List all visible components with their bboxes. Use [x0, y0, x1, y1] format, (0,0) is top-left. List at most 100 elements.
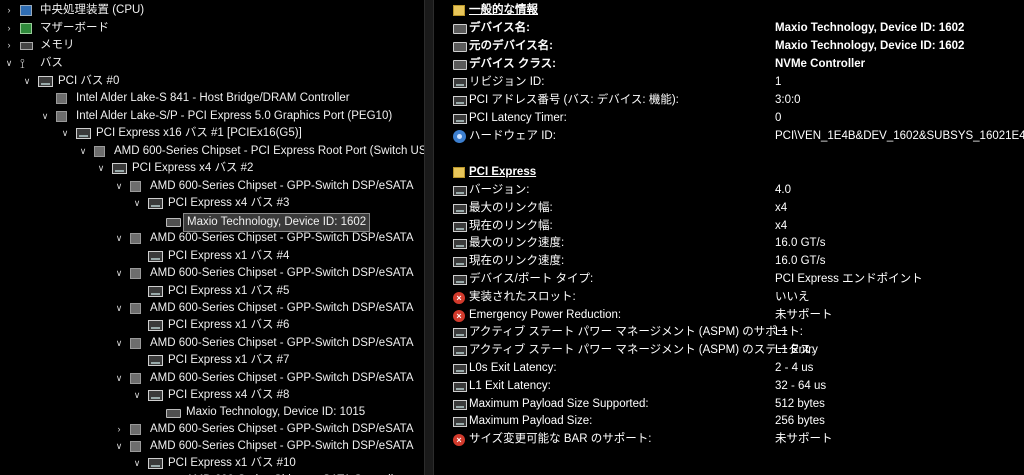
property-row[interactable]: L1 Exit Latency: 32 - 64 us	[434, 378, 1024, 396]
drive-icon	[453, 42, 467, 52]
chevron-down-icon[interactable]: ∨	[114, 335, 124, 352]
tree-node-label: PCI Express x4 バス #3	[168, 197, 290, 209]
chip-icon	[56, 111, 67, 122]
property-value: 0	[775, 112, 782, 124]
pci-icon	[453, 78, 467, 88]
tree-node-label: Intel Alder Lake-S 841 - Host Bridge/DRA…	[76, 92, 350, 104]
tree-node-label: 中央処理装置 (CPU)	[40, 4, 145, 16]
chip-icon	[56, 93, 67, 104]
memory-icon	[20, 42, 33, 50]
drive-icon	[166, 409, 181, 418]
property-value: 4.0	[775, 184, 791, 196]
folder-icon	[453, 5, 465, 16]
section-title: PCI Express	[469, 166, 537, 178]
chip-icon	[130, 268, 141, 279]
chip-icon	[130, 303, 141, 314]
property-row[interactable]: × 実装されたスロット: いいえ	[434, 289, 1024, 307]
property-key: バージョン:	[469, 184, 530, 196]
chevron-down-icon[interactable]: ∨	[96, 160, 106, 177]
chevron-down-icon[interactable]: ∨	[132, 195, 142, 212]
bus-icon	[20, 55, 35, 72]
tree-node-label: AMD 600-Series Chipset - GPP-Switch DSP/…	[150, 440, 414, 452]
pci-icon	[453, 203, 467, 214]
chevron-down-icon[interactable]: ∨	[114, 300, 124, 317]
property-row[interactable]: × サイズ変更可能な BAR のサポート: 未サポート	[434, 431, 1024, 449]
property-row[interactable]: デバイス クラス: NVMe Controller	[434, 56, 1024, 74]
property-key: アクティブ ステート パワー マネージメント (ASPM) のサポート:	[469, 326, 803, 339]
pci-bus-icon	[148, 458, 163, 469]
property-value: 256 bytes	[775, 415, 825, 428]
chevron-down-icon[interactable]: ∨	[78, 143, 88, 160]
hardware-icon	[453, 130, 466, 143]
pane-splitter[interactable]	[424, 0, 434, 475]
tree-node-label: PCI Express x4 バス #8	[168, 389, 290, 401]
error-icon: ×	[453, 309, 465, 322]
chevron-down-icon[interactable]: ∨	[114, 265, 124, 282]
property-key: 最大のリンク速度:	[469, 237, 565, 250]
property-row[interactable]: リビジョン ID: 1	[434, 74, 1024, 92]
chevron-down-icon[interactable]: ∨	[114, 178, 124, 195]
property-row[interactable]: 元のデバイス名: Maxio Technology, Device ID: 160…	[434, 38, 1024, 56]
property-value: NVMe Controller	[775, 58, 866, 70]
property-row[interactable]: アクティブ ステート パワー マネージメント (ASPM) のステータス: L1 …	[434, 342, 1024, 360]
property-row[interactable]: Maximum Payload Size: 256 bytes	[434, 413, 1024, 431]
chevron-down-icon[interactable]: ∨	[114, 370, 124, 387]
property-row[interactable]: 現在のリンク幅: x4	[434, 218, 1024, 236]
pci-icon	[453, 346, 467, 357]
property-row[interactable]: PCI Latency Timer: 0	[434, 110, 1024, 128]
tree-node-label: AMD 600-Series Chipset - GPP-Switch DSP/…	[150, 180, 414, 192]
property-value: 未サポート	[775, 433, 833, 446]
chevron-right-icon[interactable]: ›	[114, 421, 124, 438]
property-row[interactable]: 最大のリンク幅: x4	[434, 200, 1024, 218]
tree-node-label: AMD 600-Series Chipset - PCI Express Roo…	[114, 145, 424, 157]
property-row[interactable]: デバイス/ポート タイプ: PCI Express エンドポイント	[434, 271, 1024, 289]
general-info-header: 一般的な情報	[434, 2, 1024, 20]
property-key: 元のデバイス名:	[469, 40, 553, 52]
tree-node-label: PCI Express x1 バス #6	[168, 319, 290, 331]
chevron-down-icon[interactable]: ∨	[4, 55, 14, 72]
chevron-right-icon[interactable]: ›	[4, 37, 14, 54]
property-key: PCI Latency Timer:	[469, 112, 567, 124]
chevron-down-icon[interactable]: ∨	[132, 387, 142, 404]
chevron-right-icon[interactable]: ›	[4, 2, 14, 19]
property-key: L1 Exit Latency:	[469, 379, 551, 392]
property-row[interactable]: L0s Exit Latency: 2 - 4 us	[434, 360, 1024, 378]
chevron-down-icon[interactable]: ∨	[132, 455, 142, 472]
device-details-panel: 一般的な情報 デバイス名: Maxio Technology, Device ID:…	[434, 0, 1024, 475]
tree-node-label: PCI Express x1 バス #7	[168, 354, 290, 366]
property-row[interactable]: Maximum Payload Size Supported: 512 bytes	[434, 396, 1024, 414]
property-key: 最大のリンク幅:	[469, 201, 553, 214]
pci-icon	[453, 257, 467, 268]
chevron-down-icon[interactable]: ∨	[114, 438, 124, 455]
tree-node-label: マザーボード	[40, 22, 109, 34]
chevron-down-icon[interactable]: ∨	[22, 73, 32, 90]
pci-icon	[453, 239, 467, 250]
property-row[interactable]: × Emergency Power Reduction: 未サポート	[434, 307, 1024, 325]
chevron-down-icon[interactable]: ∨	[60, 125, 70, 142]
pci-bus-icon	[38, 76, 53, 87]
property-value: 16.0 GT/s	[775, 237, 826, 250]
property-row[interactable]: PCI アドレス番号 (バス: デバイス: 機能): 3:0:0	[434, 92, 1024, 110]
property-value: x4	[775, 201, 788, 214]
property-row[interactable]: アクティブ ステート パワー マネージメント (ASPM) のサポート: L1	[434, 324, 1024, 342]
chevron-down-icon[interactable]: ∨	[114, 230, 124, 247]
tree-node-label: Intel Alder Lake-S/P - PCI Express 5.0 G…	[76, 110, 393, 122]
tree-node-label: AMD 600-Series Chipset - GPP-Switch DSP/…	[150, 232, 414, 244]
device-tree-panel[interactable]: › 中央処理装置 (CPU) › マザーボード › メモリ ∨ バス ∨ PCI バス #0 Int…	[0, 0, 424, 475]
chevron-right-icon[interactable]: ›	[4, 20, 14, 37]
drive-icon	[453, 60, 467, 70]
tree-node-label: AMD 600-Series Chipset - GPP-Switch DSP/…	[150, 302, 414, 314]
tree-node-label: AMD 600-Series Chipset - GPP-Switch DSP/…	[150, 372, 414, 384]
property-row[interactable]: 最大のリンク速度: 16.0 GT/s	[434, 235, 1024, 253]
chevron-down-icon[interactable]: ∨	[40, 108, 50, 125]
chip-icon	[94, 146, 105, 157]
property-value: 3:0:0	[775, 94, 801, 106]
property-row[interactable]: ハードウェア ID: PCI\VEN_1E4B&DEV_1602&SUBSYS_1…	[434, 128, 1024, 146]
pci-icon	[453, 381, 467, 392]
property-row[interactable]: 現在のリンク速度: 16.0 GT/s	[434, 253, 1024, 271]
property-row[interactable]: バージョン: 4.0	[434, 182, 1024, 200]
tree-node-label: PCI Express x1 バス #4	[168, 250, 290, 262]
property-value: 2 - 4 us	[775, 362, 814, 374]
property-row[interactable]: デバイス名: Maxio Technology, Device ID: 1602	[434, 20, 1024, 38]
property-key: L0s Exit Latency:	[469, 362, 557, 374]
